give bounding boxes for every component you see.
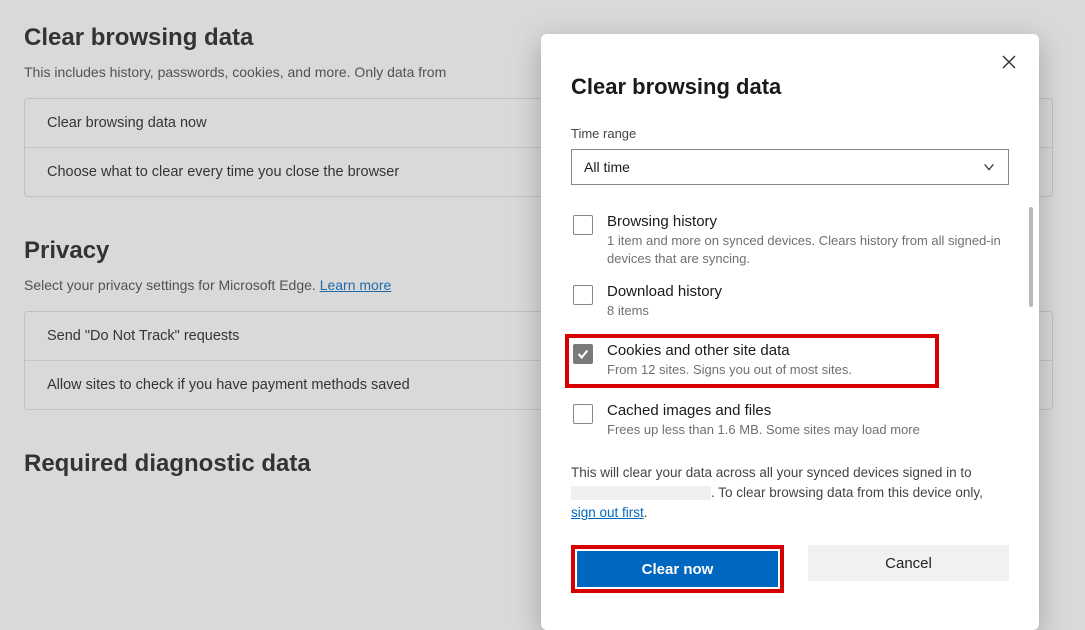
dialog-title: Clear browsing data: [571, 74, 1009, 100]
option-title: Cached images and files: [607, 402, 920, 419]
dialog-footer-text: This will clear your data across all you…: [571, 463, 1009, 524]
option-download-history: Download history 8 items: [571, 277, 1009, 330]
option-cookies-highlighted: Cookies and other site data From 12 site…: [565, 334, 939, 389]
option-subtitle: Frees up less than 1.6 MB. Some sites ma…: [607, 421, 920, 439]
footer-mid: . To clear browsing data from this devic…: [711, 485, 983, 500]
option-title: Download history: [607, 283, 722, 300]
cancel-button[interactable]: Cancel: [808, 545, 1009, 581]
checkbox-browsing-history[interactable]: [573, 215, 593, 235]
clear-browsing-data-dialog: Clear browsing data Time range All time …: [541, 34, 1039, 630]
close-button[interactable]: [995, 48, 1023, 76]
options-list: Browsing history 1 item and more on sync…: [571, 207, 1009, 449]
footer-prefix: This will clear your data across all you…: [571, 465, 972, 480]
close-icon: [1001, 54, 1017, 70]
dialog-buttons: Clear now Cancel: [571, 545, 1009, 593]
option-title: Cookies and other site data: [607, 342, 852, 359]
option-subtitle: 1 item and more on synced devices. Clear…: [607, 232, 1007, 267]
redacted-account: [571, 486, 711, 500]
chevron-down-icon: [982, 160, 996, 174]
time-range-label: Time range: [571, 126, 1009, 141]
option-title: Browsing history: [607, 213, 1007, 230]
option-browsing-history: Browsing history 1 item and more on sync…: [571, 207, 1009, 277]
checkbox-download-history[interactable]: [573, 285, 593, 305]
footer-suffix: .: [644, 505, 648, 520]
option-subtitle: From 12 sites. Signs you out of most sit…: [607, 361, 852, 379]
scrollbar-thumb[interactable]: [1029, 207, 1033, 307]
checkbox-cached-images[interactable]: [573, 404, 593, 424]
clear-now-button[interactable]: Clear now: [577, 551, 778, 587]
check-icon: [576, 347, 590, 361]
clear-now-highlight: Clear now: [571, 545, 784, 593]
option-cached-images: Cached images and files Frees up less th…: [571, 396, 1009, 449]
time-range-value: All time: [584, 159, 630, 175]
time-range-dropdown[interactable]: All time: [571, 149, 1009, 185]
checkbox-cookies[interactable]: [573, 344, 593, 364]
sign-out-link[interactable]: sign out first: [571, 505, 644, 520]
option-subtitle: 8 items: [607, 302, 722, 320]
